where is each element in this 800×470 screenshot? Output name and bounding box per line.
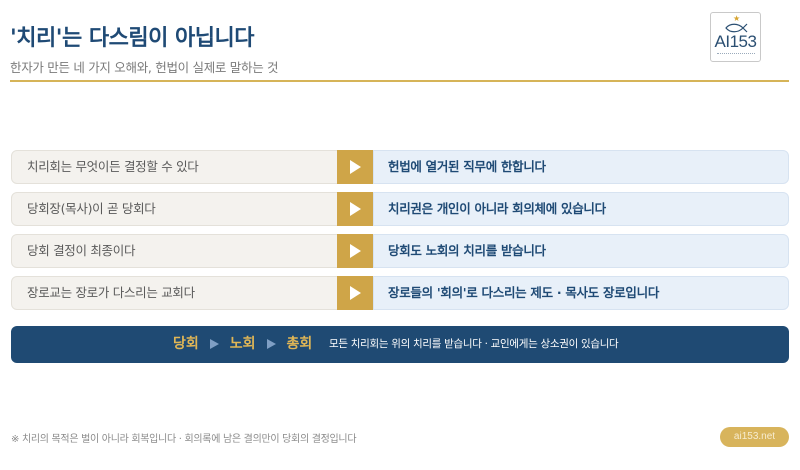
logo-text: AI153	[714, 32, 757, 51]
logo-tagline	[717, 53, 755, 55]
play-arrow-icon	[337, 276, 373, 310]
play-arrow-icon	[337, 234, 373, 268]
hierarchy-level-assembly: 총회	[286, 336, 313, 352]
page-subtitle: 한자가 만든 네 가지 오해와, 헌법이 실제로 말하는 것	[10, 60, 279, 75]
header-divider	[10, 80, 789, 82]
logo[interactable]: ★ AI153	[710, 12, 761, 62]
star-icon: ★	[733, 14, 741, 23]
misconception-label: 당회 결정이 최종이다	[11, 234, 341, 268]
footnote: ※ 치리의 목적은 벌이 아니라 회복입니다 · 회의록에 남은 결의만이 당회…	[11, 434, 357, 445]
comparison-list: 치리회는 무엇이든 결정할 수 있다 헌법에 열거된 직무에 한합니다 당회장(…	[11, 150, 789, 318]
truth-label: 장로들의 '회의'로 다스리는 제도 · 목사도 장로입니다	[373, 276, 789, 310]
header: '치리'는 다스림이 아닙니다 한자가 만든 네 가지 오해와, 헌법이 실제로…	[10, 24, 770, 76]
comparison-row: 치리회는 무엇이든 결정할 수 있다 헌법에 열거된 직무에 한합니다	[11, 150, 789, 184]
misconception-label: 치리회는 무엇이든 결정할 수 있다	[11, 150, 341, 184]
play-arrow-icon	[209, 338, 219, 349]
play-arrow-icon	[337, 150, 373, 184]
site-badge[interactable]: ai153.net	[720, 427, 789, 447]
hierarchy-level-session: 당회	[173, 336, 199, 352]
truth-label: 치리권은 개인이 아니라 회의체에 있습니다	[373, 192, 789, 226]
play-arrow-icon	[266, 338, 276, 349]
comparison-row: 당회 결정이 최종이다 당회도 노회의 치리를 받습니다	[11, 234, 789, 268]
hierarchy-note: 모든 치리회는 위의 치리를 받습니다 · 교인에게는 상소권이 있습니다	[329, 338, 619, 350]
page-title: '치리'는 다스림이 아닙니다	[10, 26, 254, 51]
truth-label: 헌법에 열거된 직무에 한합니다	[373, 150, 789, 184]
comparison-row: 당회장(목사)이 곧 당회다 치리권은 개인이 아니라 회의체에 있습니다	[11, 192, 789, 226]
truth-label: 당회도 노회의 치리를 받습니다	[373, 234, 789, 268]
hierarchy-chain: 당회 노회 총회	[173, 326, 312, 363]
misconception-label: 당회장(목사)이 곧 당회다	[11, 192, 341, 226]
misconception-label: 장로교는 장로가 다스리는 교회다	[11, 276, 341, 310]
hierarchy-banner: 당회 노회 총회 모든 치리회는 위의 치리를 받습니다 · 교인에게는 상소권이 …	[11, 326, 789, 363]
comparison-row: 장로교는 장로가 다스리는 교회다 장로들의 '회의'로 다스리는 제도 · 목…	[11, 276, 789, 310]
play-arrow-icon	[337, 192, 373, 226]
hierarchy-level-presbytery: 노회	[229, 336, 256, 352]
